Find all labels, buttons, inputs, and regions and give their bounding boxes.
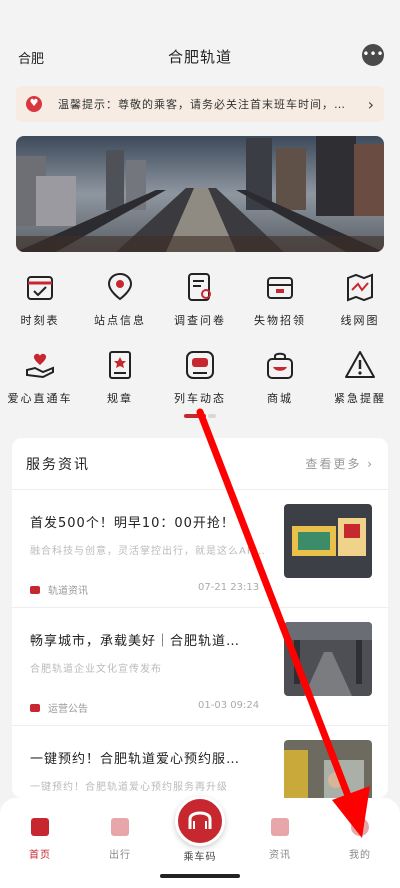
news-section-title: 服务资讯 — [26, 456, 90, 473]
news-tag-label: 轨道资讯 — [48, 586, 88, 597]
page-dot-active — [184, 414, 206, 418]
grid-label: 列车动态 — [174, 392, 226, 405]
news-item-title: 首发500个！明早10：00开抢！ — [30, 516, 235, 531]
heart-icon: ♥ — [26, 96, 42, 112]
more-dots-icon[interactable]: ••• — [362, 44, 384, 66]
grid-item-train-status[interactable]: 列车动态 — [160, 348, 240, 406]
view-more-label: 查看更多 — [305, 457, 362, 471]
grid-label: 商城 — [267, 392, 293, 405]
train-tag-icon — [30, 585, 40, 594]
news-item-subtitle: 融合科技与创意，灵活掌控出行，就是这么AR… — [30, 546, 266, 557]
tab-travel[interactable]: 出行 — [90, 818, 150, 861]
grid-label: 线网图 — [340, 314, 380, 327]
tab-home[interactable]: 首页 — [10, 818, 70, 861]
location-pin-icon — [103, 270, 137, 304]
tab-mine[interactable]: 我的 — [330, 818, 390, 861]
tab-label: 出行 — [109, 850, 131, 861]
shopping-bag-icon — [263, 348, 297, 382]
news-header: 服务资讯 查看更多 › — [12, 438, 388, 490]
home-icon — [31, 818, 49, 836]
rules-document-icon — [103, 348, 137, 382]
tab-label: 资讯 — [269, 850, 291, 861]
news-item[interactable]: 首发500个！明早10：00开抢！ 融合科技与创意，灵活掌控出行，就是这么AR…… — [12, 490, 388, 608]
warning-icon — [343, 348, 377, 382]
news-thumbnail — [284, 622, 372, 696]
news-item[interactable]: 一键预约！合肥轨道爱心预约服… 一键预约！合肥轨道爱心预约服务再升级 — [12, 726, 388, 798]
grid-label: 调查问卷 — [174, 314, 226, 327]
notice-text: 温馨提示：尊敬的乘客，请务必关注首末班车时间，以… — [58, 98, 348, 111]
ride-code-button[interactable] — [175, 796, 225, 846]
chevron-right-icon[interactable]: › — [368, 95, 374, 114]
train-tag-icon — [30, 703, 40, 712]
user-icon — [351, 818, 369, 836]
news-tag-label: 运营公告 — [48, 704, 88, 715]
tab-label: 我的 — [349, 850, 371, 861]
news-item-date: 01-03 09:24 — [198, 700, 260, 711]
lost-found-box-icon — [263, 270, 297, 304]
grid-label: 紧急提醒 — [334, 392, 386, 405]
news-item-tag: 轨道资讯 — [30, 582, 88, 597]
heart-hand-icon — [23, 348, 57, 382]
news-thumbnail — [284, 504, 372, 578]
grid-item-lost-found[interactable]: 失物招领 — [240, 270, 320, 328]
news-item-title: 畅享城市，承载美好｜合肥轨道… — [30, 634, 241, 649]
survey-icon — [183, 270, 217, 304]
grid-item-timetable[interactable]: 时刻表 — [0, 270, 80, 328]
news-icon — [271, 818, 289, 836]
news-item-subtitle: 一键预约！合肥轨道爱心预约服务再升级 — [30, 782, 228, 793]
news-card: 服务资讯 查看更多 › 首发500个！明早10：00开抢！ 融合科技与创意，灵活… — [12, 438, 388, 798]
ride-code-label: 乘车码 — [183, 852, 217, 863]
grid-page-indicator — [184, 414, 216, 418]
grid-item-rules[interactable]: 规章 — [80, 348, 160, 406]
notice-bar[interactable]: ♥ 温馨提示：尊敬的乘客，请务必关注首末班车时间，以… › — [16, 86, 384, 122]
grid-label: 站点信息 — [94, 314, 146, 327]
top-bar: 合肥 合肥轨道 ••• — [0, 0, 400, 80]
calendar-check-icon — [23, 270, 57, 304]
grid-item-network-map[interactable]: 线网图 — [320, 270, 400, 328]
news-item-title: 一键预约！合肥轨道爱心预约服… — [30, 752, 241, 767]
view-more-link[interactable]: 查看更多 › — [305, 455, 374, 472]
network-map-icon — [343, 270, 377, 304]
news-item-tag: 运营公告 — [30, 700, 88, 715]
grid-label: 时刻表 — [20, 314, 60, 327]
news-item[interactable]: 畅享城市，承载美好｜合肥轨道… 合肥轨道企业文化宣传发布 运营公告 01-03 … — [12, 608, 388, 726]
tab-news[interactable]: 资讯 — [250, 818, 310, 861]
news-item-subtitle: 合肥轨道企业文化宣传发布 — [30, 664, 162, 675]
news-thumbnail — [284, 740, 372, 798]
tab-label: 首页 — [29, 850, 51, 861]
grid-item-survey[interactable]: 调查问卷 — [160, 270, 240, 328]
grid-item-station-info[interactable]: 站点信息 — [80, 270, 160, 328]
train-icon — [111, 818, 129, 836]
grid-label: 规章 — [107, 392, 133, 405]
grid-label: 失物招领 — [254, 314, 306, 327]
grid-item-emergency[interactable]: 紧急提醒 — [320, 348, 400, 406]
home-indicator — [160, 874, 240, 878]
grid-item-love-bus[interactable]: 爱心直通车 — [0, 348, 80, 406]
banner-image[interactable] — [16, 136, 384, 252]
train-icon — [183, 348, 217, 382]
grid-item-mall[interactable]: 商城 — [240, 348, 320, 406]
news-item-date: 07-21 23:13 — [198, 582, 260, 593]
page-title: 合肥轨道 — [167, 48, 232, 66]
grid-label: 爱心直通车 — [7, 392, 73, 405]
page-dot — [208, 414, 216, 418]
